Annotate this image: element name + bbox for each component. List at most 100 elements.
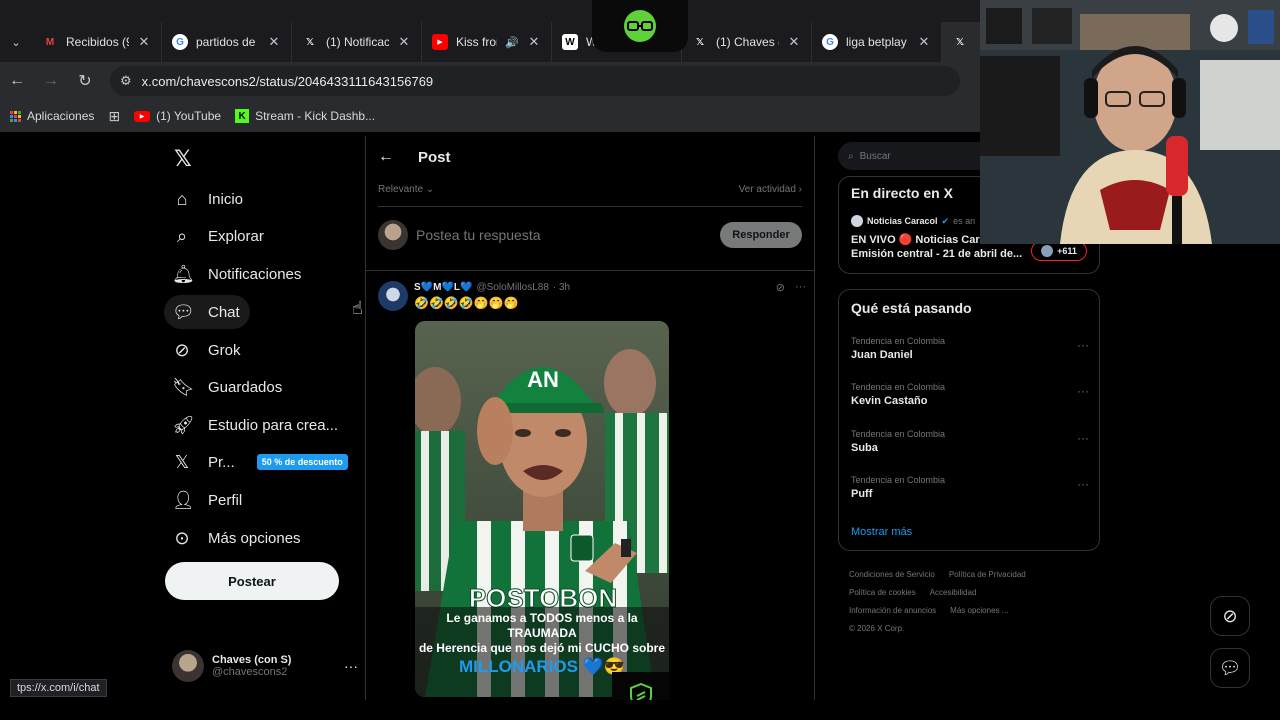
grok-icon[interactable]: ⊘ <box>776 281 785 294</box>
page-title: Post <box>418 148 451 166</box>
caption-line-1: Le ganamos a TODOS menos a la TRAUMADA <box>446 611 638 640</box>
tweet-author-name[interactable]: S💙M💙L💙 <box>414 282 472 293</box>
bookmark-youtube[interactable]: ▶ (1) YouTube <box>134 109 221 123</box>
trend-context: Tendencia en Colombia <box>851 382 946 392</box>
more-dots-icon[interactable]: ··· <box>1077 384 1089 398</box>
forward-arrow-icon[interactable]: → <box>34 62 68 100</box>
tab-search-chevron-icon[interactable]: ⌄ <box>0 22 32 62</box>
trend-item[interactable]: Tendencia en Colombia Puff ··· <box>851 475 1089 500</box>
bookmark-apps[interactable]: Aplicaciones <box>10 109 94 123</box>
footer-link[interactable]: Condiciones de Servicio <box>849 570 935 579</box>
x-premium-icon: 𝕏 <box>174 451 190 472</box>
close-tab-icon[interactable]: ✕ <box>917 34 931 50</box>
chat-fab-button[interactable]: 💬︎ <box>1210 648 1250 688</box>
nav-item-guardados[interactable]: 🔖︎ Guardados <box>164 370 292 404</box>
url-input[interactable]: ⚙ x.com/chavescons2/status/2046433111643… <box>110 66 960 96</box>
more-dots-icon[interactable]: ··· <box>1077 477 1089 491</box>
gmail-icon: M <box>45 36 55 48</box>
nav-item-label: Chat <box>208 303 240 321</box>
bookmark-kick[interactable]: K Stream - Kick Dashb... <box>235 109 375 123</box>
tweet-time[interactable]: · 3h <box>553 282 570 293</box>
footer-link[interactable]: Política de cookies <box>849 588 916 597</box>
back-arrow-icon[interactable]: ← <box>0 62 34 100</box>
footer-link[interactable]: Política de Privacidad <box>949 570 1026 579</box>
more-dots-icon[interactable]: ··· <box>1077 431 1089 445</box>
tweet-author-handle[interactable]: @SoloMillosL88 <box>476 282 548 293</box>
nav-item-estudio[interactable]: 🚀︎ Estudio para crea... <box>164 408 348 442</box>
close-tab-icon[interactable]: ✕ <box>397 34 411 50</box>
account-switcher[interactable]: Chaves (con S) @chavescons2 ··· <box>172 646 358 686</box>
show-more-link[interactable]: Mostrar más <box>851 526 912 538</box>
grok-fab-button[interactable]: ⊘ <box>1210 596 1250 636</box>
footer-link[interactable]: Información de anuncios <box>849 606 936 615</box>
footer-link[interactable]: Más opciones ... <box>950 606 1008 615</box>
streamer-webcam-image <box>980 0 1280 244</box>
kick-icon: K <box>235 109 250 123</box>
tweet-image[interactable]: AN POSTOBON Le ganamos a TODOS menos a l… <box>415 321 669 697</box>
nav-item-label: Grok <box>208 341 241 359</box>
nav-item-grok[interactable]: ⊘ Grok <box>164 333 251 367</box>
tab-title: Kiss from <box>456 35 497 49</box>
trend-name: Juan Daniel <box>851 349 913 361</box>
close-tab-icon[interactable]: ✕ <box>787 34 801 50</box>
more-dots-icon[interactable]: ··· <box>1077 338 1089 352</box>
bookmark-label: Aplicaciones <box>27 109 95 123</box>
tab-x-active[interactable]: 𝕏 C <box>942 22 982 62</box>
nav-item-chat[interactable]: 💬︎ Chat <box>164 295 250 329</box>
apps-grid-icon <box>10 110 21 122</box>
nav-item-perfil[interactable]: 👤︎ Perfil <box>164 483 252 517</box>
reply-button[interactable]: Responder <box>720 222 802 248</box>
close-tab-icon[interactable]: ✕ <box>267 34 281 50</box>
search-placeholder: Buscar <box>859 150 891 162</box>
nav-item-label: Notificaciones <box>208 265 302 283</box>
nav-item-label: Perfil <box>208 491 243 509</box>
x-logo-icon[interactable]: 𝕏 <box>174 146 192 172</box>
x-icon: 𝕏 <box>305 36 315 48</box>
trend-item[interactable]: Tendencia en Colombia Suba ··· <box>851 429 1089 454</box>
stream-overlay-top <box>592 0 688 52</box>
trend-context: Tendencia en Colombia <box>851 475 946 485</box>
mouse-cursor-icon: ☝ <box>352 298 363 318</box>
tab-google-partidos[interactable]: G partidos de l ✕ <box>162 22 292 62</box>
live-source-suffix: es an <box>953 216 976 226</box>
tab-x-chaves[interactable]: 𝕏 (1) Chaves (c ✕ <box>682 22 812 62</box>
bell-icon: 🔔︎ <box>172 263 195 284</box>
reload-icon[interactable]: ↻ <box>68 62 102 100</box>
account-handle: @chavescons2 <box>212 666 288 678</box>
source-avatar-icon <box>851 215 863 227</box>
url-text: x.com/chavescons2/status/204643311164315… <box>141 73 434 89</box>
status-bar-url: tps://x.com/i/chat <box>10 679 107 697</box>
chat-icon: 💬︎ <box>1218 657 1242 678</box>
trend-item[interactable]: Tendencia en Colombia Kevin Castaño ··· <box>851 382 1089 407</box>
trend-item[interactable]: Tendencia en Colombia Juan Daniel ··· <box>851 336 1089 361</box>
view-activity-link[interactable]: Ver actividad › <box>739 184 802 195</box>
google-icon: G <box>822 34 838 50</box>
avatar[interactable] <box>378 281 408 311</box>
tab-gmail[interactable]: M Recibidos (9 ✕ <box>32 22 162 62</box>
footer-link[interactable]: Accesibilidad <box>930 588 977 597</box>
sort-dropdown[interactable]: Relevante ⌄ <box>378 184 434 195</box>
reply-composer: Postea tu respuesta Responder <box>378 220 802 250</box>
nav-item-mas-opciones[interactable]: ⊙ Más opciones <box>164 521 311 555</box>
bookmark-tab-groups[interactable]: ⊞ <box>108 108 120 125</box>
reply-input[interactable]: Postea tu respuesta <box>416 227 712 243</box>
close-tab-icon[interactable]: ✕ <box>527 34 541 50</box>
post-button[interactable]: Postear <box>165 562 339 600</box>
sort-label: Relevante <box>378 184 424 195</box>
nav-item-explorar[interactable]: ⌕ Explorar <box>164 219 274 253</box>
divider <box>378 206 802 207</box>
back-arrow-icon[interactable]: ← <box>378 148 394 166</box>
close-tab-icon[interactable]: ✕ <box>137 34 151 50</box>
site-settings-icon[interactable]: ⚙ <box>120 73 132 89</box>
tab-youtube-kiss[interactable]: ▶ Kiss from 🔊 ✕ <box>422 22 552 62</box>
more-dots-icon[interactable]: ··· <box>795 281 806 294</box>
tab-x-notifications[interactable]: 𝕏 (1) Notificaci ✕ <box>292 22 422 62</box>
bookmark-label: Stream - Kick Dashb... <box>255 109 376 123</box>
speaker-icon[interactable]: 🔊 <box>505 36 519 49</box>
tab-google-liga[interactable]: G liga betplay ✕ <box>812 22 942 62</box>
nav-item-inicio[interactable]: ⌂ Inicio <box>164 182 253 216</box>
nav-item-notificaciones[interactable]: 🔔︎ Notificaciones <box>164 257 311 291</box>
tab-title: (1) Notificaci <box>326 35 389 49</box>
nav-item-premium[interactable]: 𝕏 Pr... 50 % de descuento <box>164 445 358 479</box>
more-dots-icon[interactable]: ··· <box>344 658 358 674</box>
